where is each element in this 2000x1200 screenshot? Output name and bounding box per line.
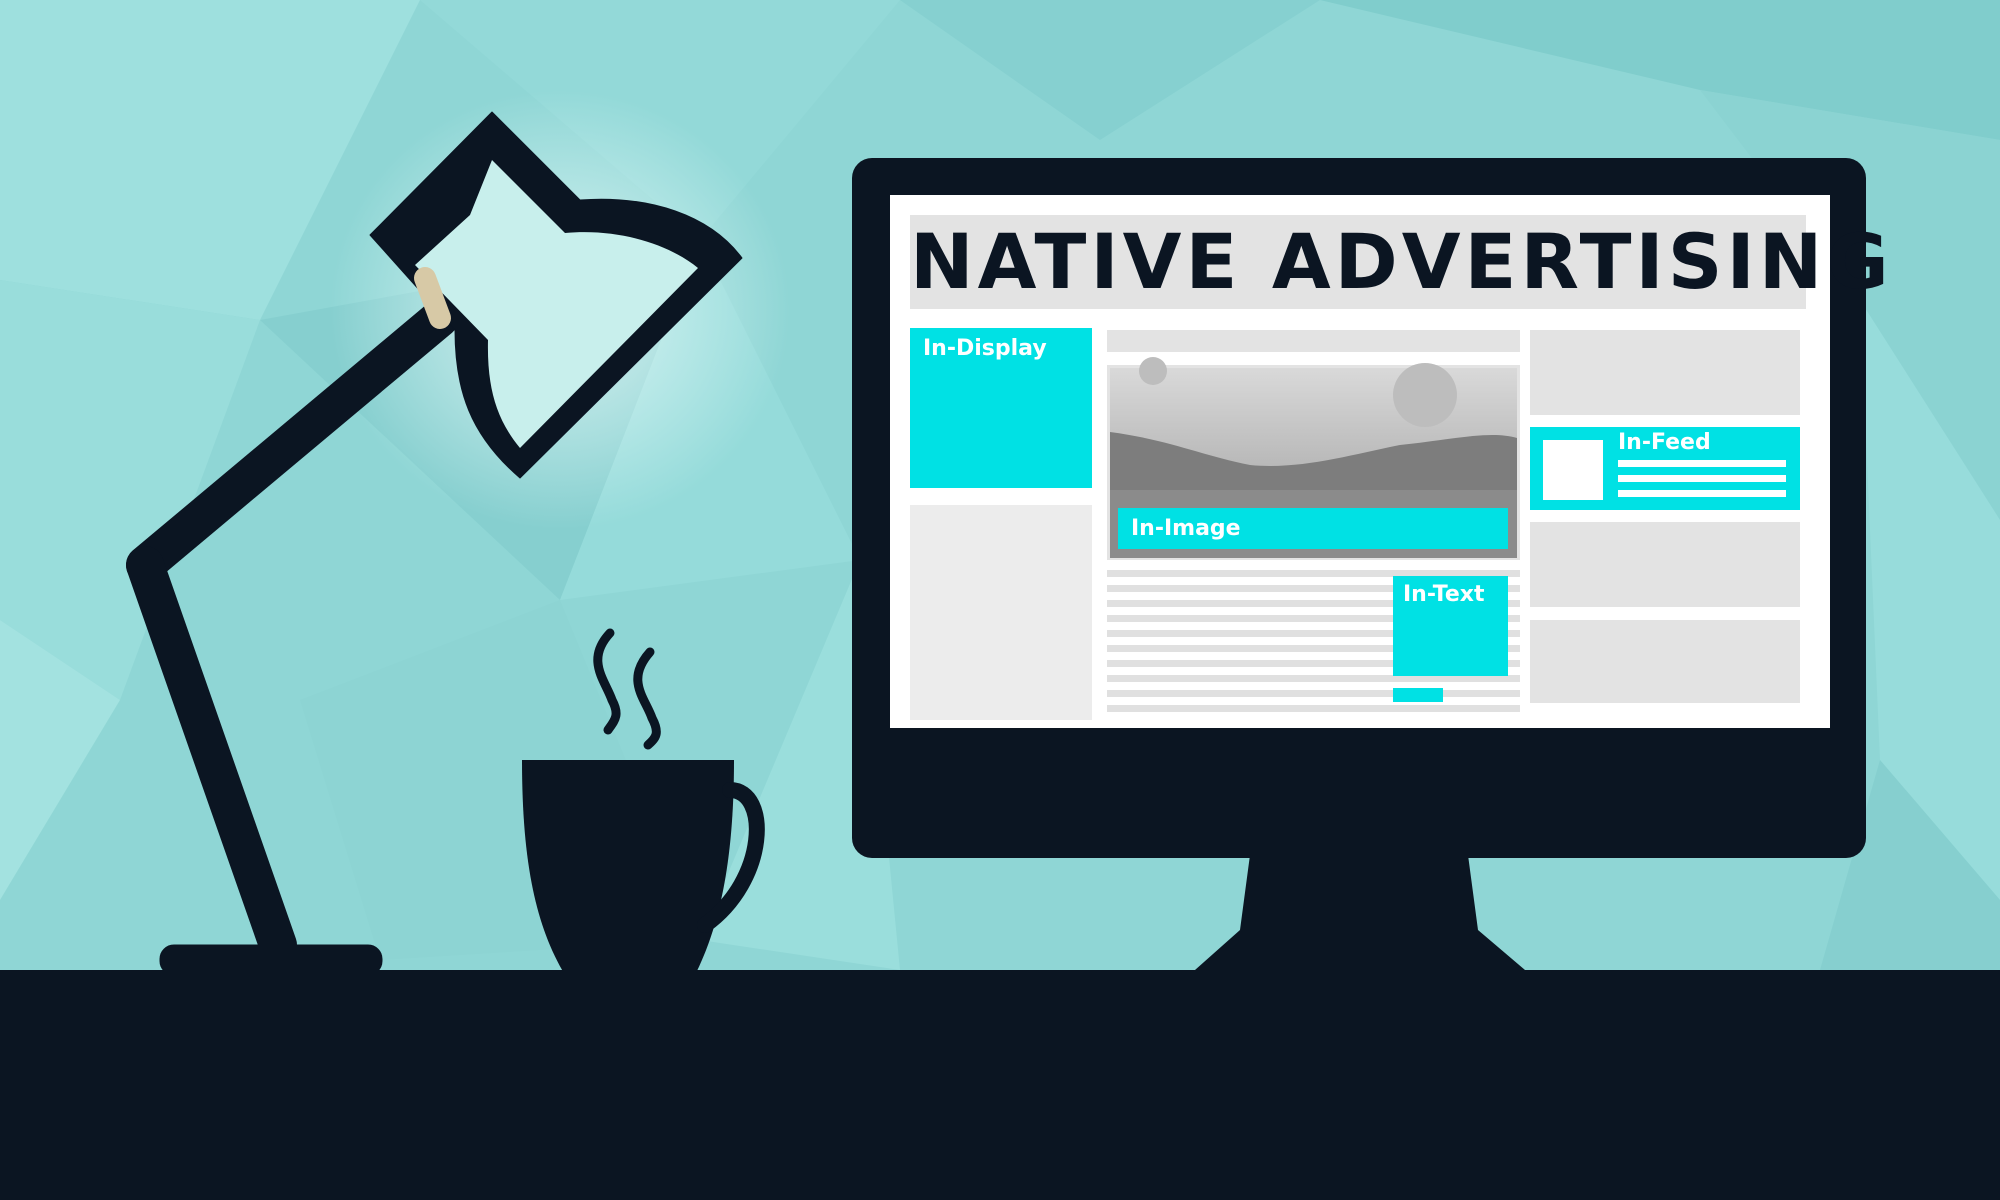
desk	[0, 970, 2000, 1200]
middle-top-bar	[1107, 330, 1520, 352]
in-feed-thumb	[1543, 440, 1603, 500]
scene-illustration	[0, 0, 2000, 1200]
right-panel-1	[1530, 330, 1800, 415]
label-in-image: In-Image	[1131, 516, 1241, 541]
label-in-display: In-Display	[923, 336, 1047, 361]
right-panel-3	[1530, 620, 1800, 703]
label-in-feed: In-Feed	[1618, 430, 1711, 455]
in-feed-lines	[1618, 460, 1786, 497]
headline: NATIVE ADVERTISING	[910, 217, 1893, 306]
left-panel	[910, 505, 1092, 720]
in-text-underline	[1393, 688, 1443, 702]
label-in-text: In-Text	[1403, 582, 1485, 607]
right-panel-2	[1530, 522, 1800, 607]
